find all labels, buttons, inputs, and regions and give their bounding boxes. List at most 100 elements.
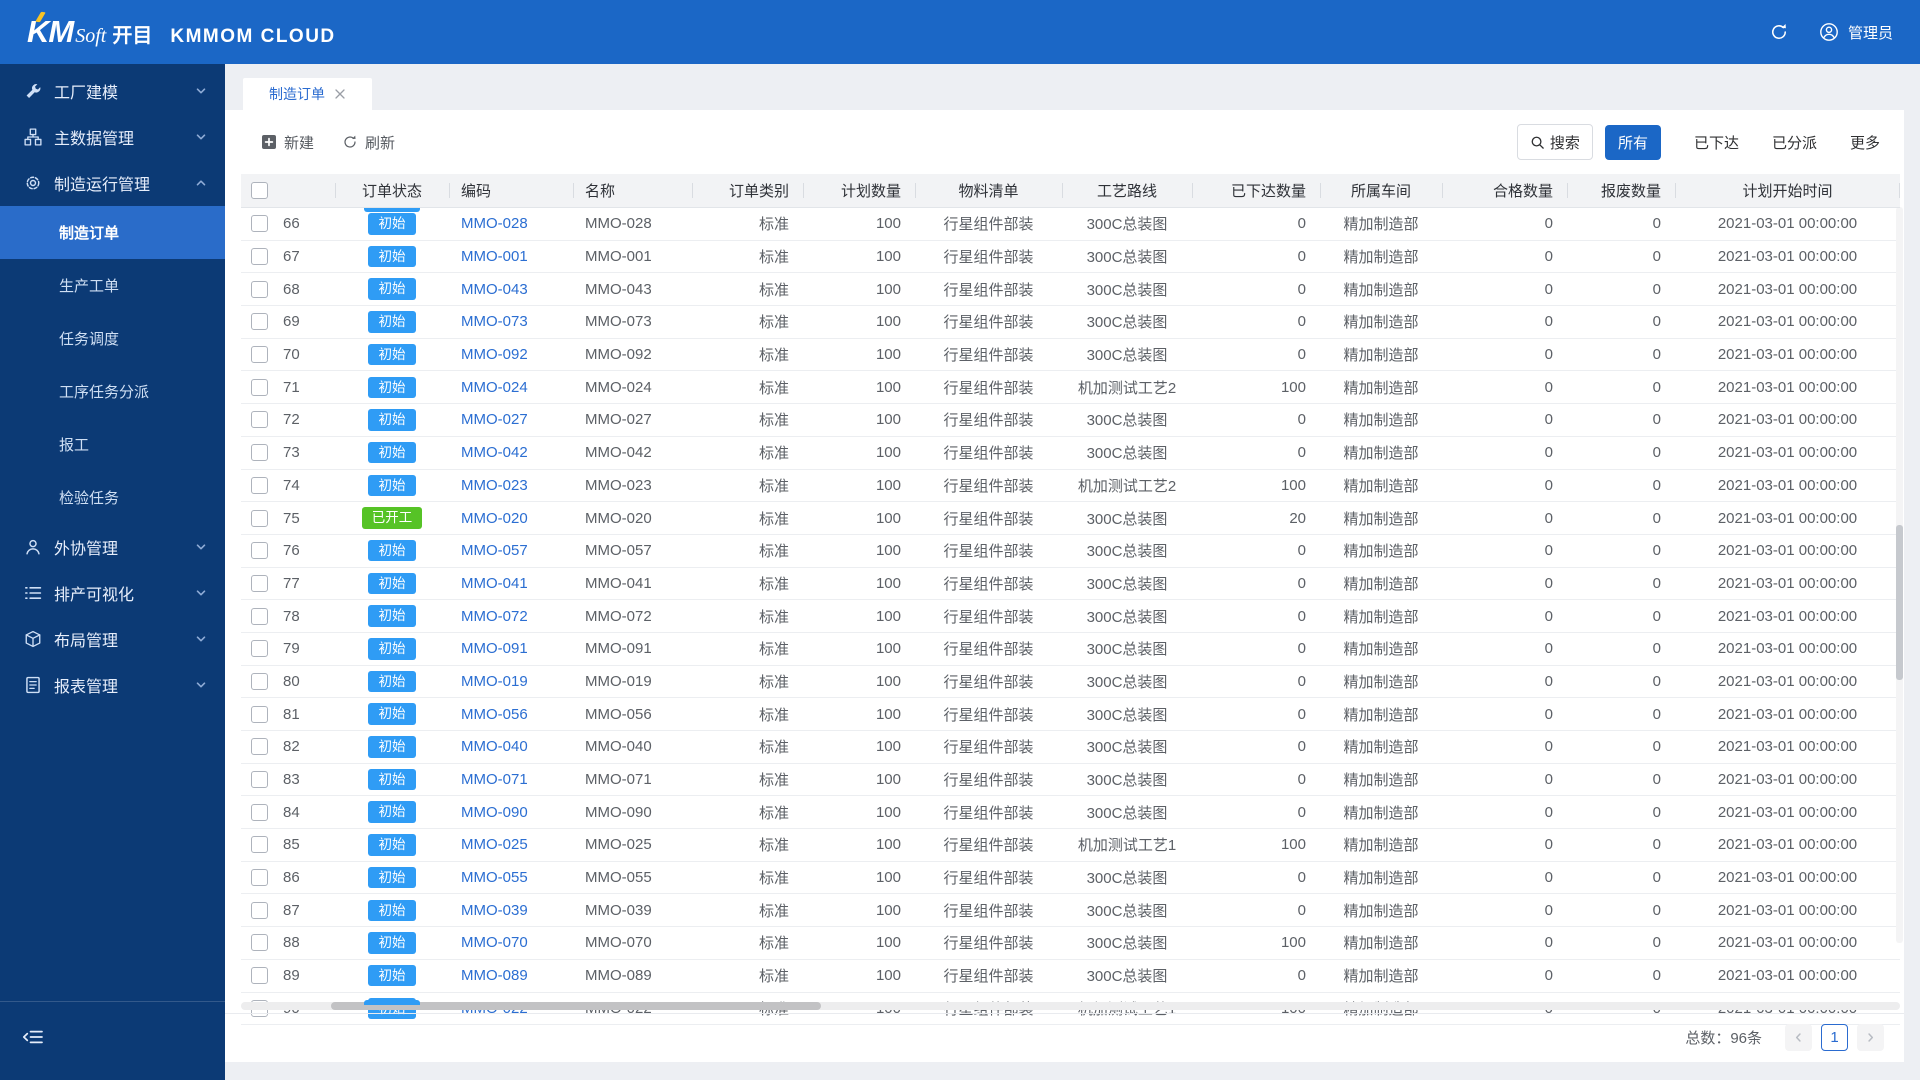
filter-issued-button[interactable]: 已下达 [1694, 132, 1739, 153]
sidebar-item-任务调度[interactable]: 任务调度 [0, 312, 225, 365]
table-row[interactable]: 73初始MMO-042MMO-042标准100行星组件部装300C总装图0精加制… [241, 437, 1900, 470]
refresh-button[interactable]: 刷新 [342, 132, 395, 153]
row-checkbox[interactable] [251, 575, 268, 592]
row-checkbox[interactable] [251, 477, 268, 494]
order-code-link[interactable]: MMO-041 [461, 575, 528, 592]
order-code-link[interactable]: MMO-024 [461, 379, 528, 396]
tab-manufacturing-orders[interactable]: 制造订单 [243, 78, 372, 110]
col-header-check[interactable] [241, 174, 277, 207]
row-checkbox[interactable] [251, 902, 268, 919]
order-code-link[interactable]: MMO-020 [461, 510, 528, 527]
sidebar-section-3[interactable]: 外协管理 [0, 524, 225, 570]
row-checkbox[interactable] [251, 673, 268, 690]
order-code-link[interactable]: MMO-039 [461, 902, 528, 919]
sidebar-section-0[interactable]: 工厂建模 [0, 68, 225, 114]
sidebar-section-2[interactable]: 制造运行管理 [0, 160, 225, 206]
table-row[interactable]: 70初始MMO-092MMO-092标准100行星组件部装300C总装图0精加制… [241, 339, 1900, 372]
sidebar-item-制造订单[interactable]: 制造订单 [0, 206, 225, 259]
table-row[interactable]: 71初始MMO-024MMO-024标准100行星组件部装机加测试工艺2100精… [241, 371, 1900, 404]
table-row[interactable]: 68初始MMO-043MMO-043标准100行星组件部装300C总装图0精加制… [241, 273, 1900, 306]
row-checkbox[interactable] [251, 836, 268, 853]
row-checkbox[interactable] [251, 215, 268, 232]
table-row[interactable]: 87初始MMO-039MMO-039标准100行星组件部装300C总装图0精加制… [241, 894, 1900, 927]
sidebar-item-报工[interactable]: 报工 [0, 418, 225, 471]
row-checkbox[interactable] [251, 804, 268, 821]
row-checkbox[interactable] [251, 510, 268, 527]
row-checkbox[interactable] [251, 934, 268, 951]
order-code-link[interactable]: MMO-019 [461, 673, 528, 690]
table-row[interactable]: 82初始MMO-040MMO-040标准100行星组件部装300C总装图0精加制… [241, 731, 1900, 764]
order-code-link[interactable]: MMO-001 [461, 248, 528, 265]
order-code-link[interactable]: MMO-091 [461, 640, 528, 657]
row-checkbox[interactable] [251, 706, 268, 723]
table-row[interactable]: 81初始MMO-056MMO-056标准100行星组件部装300C总装图0精加制… [241, 698, 1900, 731]
table-row[interactable]: 74初始MMO-023MMO-023标准100行星组件部装机加测试工艺2100精… [241, 470, 1900, 503]
more-button[interactable]: 更多 [1850, 132, 1880, 153]
row-checkbox[interactable] [251, 738, 268, 755]
order-code-link[interactable]: MMO-071 [461, 771, 528, 788]
row-checkbox[interactable] [251, 411, 268, 428]
current-page-button[interactable]: 1 [1821, 1024, 1848, 1051]
table-row[interactable]: 66初始MMO-028MMO-028标准100行星组件部装300C总装图0精加制… [241, 208, 1900, 241]
table-row[interactable]: 85初始MMO-025MMO-025标准100行星组件部装机加测试工艺1100精… [241, 829, 1900, 862]
order-code-link[interactable]: MMO-090 [461, 804, 528, 821]
sidebar-item-检验任务[interactable]: 检验任务 [0, 471, 225, 524]
table-row[interactable]: 75已开工MMO-020MMO-020标准100行星组件部装300C总装图20精… [241, 502, 1900, 535]
row-checkbox[interactable] [251, 771, 268, 788]
order-code-link[interactable]: MMO-027 [461, 411, 528, 428]
order-code-link[interactable]: MMO-023 [461, 477, 528, 494]
table-row[interactable]: 78初始MMO-072MMO-072标准100行星组件部装300C总装图0精加制… [241, 600, 1900, 633]
order-code-link[interactable]: MMO-042 [461, 444, 528, 461]
table-row[interactable]: 76初始MMO-057MMO-057标准100行星组件部装300C总装图0精加制… [241, 535, 1900, 568]
table-row[interactable]: 72初始MMO-027MMO-027标准100行星组件部装300C总装图0精加制… [241, 404, 1900, 437]
table-row[interactable]: 84初始MMO-090MMO-090标准100行星组件部装300C总装图0精加制… [241, 796, 1900, 829]
table-row[interactable]: 88初始MMO-070MMO-070标准100行星组件部装300C总装图100精… [241, 927, 1900, 960]
table-row[interactable]: 89初始MMO-089MMO-089标准100行星组件部装300C总装图0精加制… [241, 960, 1900, 993]
order-code-link[interactable]: MMO-040 [461, 738, 528, 755]
order-code-link[interactable]: MMO-025 [461, 836, 528, 853]
order-code-link[interactable]: MMO-092 [461, 346, 528, 363]
order-code-link[interactable]: MMO-073 [461, 313, 528, 330]
row-checkbox[interactable] [251, 248, 268, 265]
table-row[interactable]: 69初始MMO-073MMO-073标准100行星组件部装300C总装图0精加制… [241, 306, 1900, 339]
row-checkbox[interactable] [251, 313, 268, 330]
filter-all-button[interactable]: 所有 [1605, 125, 1661, 160]
order-code-link[interactable]: MMO-043 [461, 281, 528, 298]
row-checkbox[interactable] [251, 640, 268, 657]
row-checkbox[interactable] [251, 869, 268, 886]
order-code-link[interactable]: MMO-072 [461, 608, 528, 625]
table-row[interactable]: 77初始MMO-041MMO-041标准100行星组件部装300C总装图0精加制… [241, 568, 1900, 601]
filter-assigned-button[interactable]: 已分派 [1772, 132, 1817, 153]
order-code-link[interactable]: MMO-089 [461, 967, 528, 984]
user-avatar-icon[interactable] [1819, 22, 1839, 42]
select-all-checkbox[interactable] [251, 182, 268, 199]
order-code-link[interactable]: MMO-070 [461, 934, 528, 951]
table-row[interactable]: 86初始MMO-055MMO-055标准100行星组件部装300C总装图0精加制… [241, 862, 1900, 895]
next-page-button[interactable] [1857, 1024, 1884, 1051]
username[interactable]: 管理员 [1848, 22, 1893, 43]
vertical-scrollbar-thumb[interactable] [1896, 525, 1903, 680]
order-code-link[interactable]: MMO-055 [461, 869, 528, 886]
tab-close-icon[interactable] [334, 88, 346, 100]
prev-page-button[interactable] [1785, 1024, 1812, 1051]
order-code-link[interactable]: MMO-028 [461, 215, 528, 232]
table-row[interactable]: 80初始MMO-019MMO-019标准100行星组件部装300C总装图0精加制… [241, 666, 1900, 699]
collapse-sidebar-icon[interactable] [22, 1028, 44, 1046]
search-button[interactable]: 搜索 [1517, 124, 1593, 160]
row-checkbox[interactable] [251, 967, 268, 984]
global-refresh-icon[interactable] [1769, 22, 1789, 42]
row-checkbox[interactable] [251, 379, 268, 396]
new-button[interactable]: 新建 [261, 132, 314, 153]
order-code-link[interactable]: MMO-056 [461, 706, 528, 723]
order-code-link[interactable]: MMO-057 [461, 542, 528, 559]
sidebar-section-6[interactable]: 报表管理 [0, 662, 225, 708]
row-checkbox[interactable] [251, 542, 268, 559]
sidebar-item-生产工单[interactable]: 生产工单 [0, 259, 225, 312]
row-checkbox[interactable] [251, 608, 268, 625]
row-checkbox[interactable] [251, 444, 268, 461]
row-checkbox[interactable] [251, 281, 268, 298]
table-row[interactable]: 79初始MMO-091MMO-091标准100行星组件部装300C总装图0精加制… [241, 633, 1900, 666]
sidebar-item-工序任务分派[interactable]: 工序任务分派 [0, 365, 225, 418]
sidebar-section-1[interactable]: 主数据管理 [0, 114, 225, 160]
row-checkbox[interactable] [251, 346, 268, 363]
